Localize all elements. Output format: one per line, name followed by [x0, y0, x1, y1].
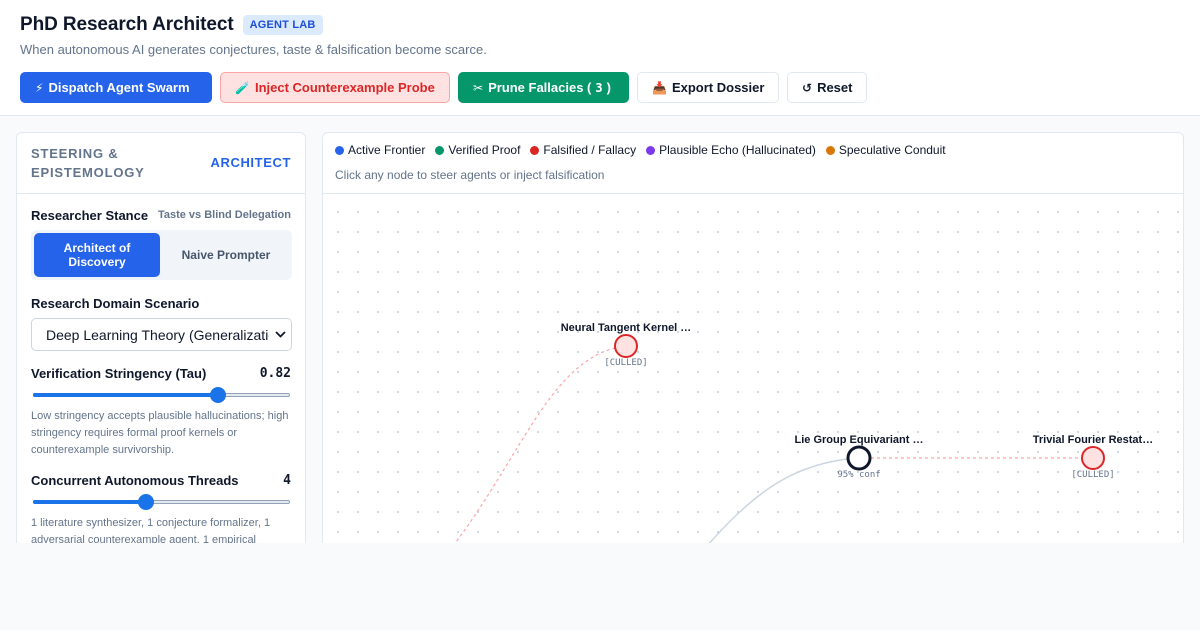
prune-fallacies-button[interactable]: ✂ Prune Fallacies ( 3 ): [458, 72, 629, 103]
legend-dot: [335, 145, 344, 155]
node-lie-label[interactable]: Lie Group Equivariant …: [795, 434, 924, 446]
graph-edges: [452, 334, 1105, 547]
viewport-cutoff: [0, 543, 1200, 630]
legend-dot: [825, 145, 835, 155]
threads-slider[interactable]: [33, 494, 290, 510]
stringency-label: Verification Stringency (Tau): [31, 366, 207, 381]
node-fourier-status: [CULLED]: [1071, 470, 1115, 480]
test-tube-icon: 🧪: [235, 80, 250, 95]
reset-label: Reset: [817, 80, 853, 95]
prune-label: Prune Fallacies (: [488, 80, 592, 95]
legend: Active Frontier Verified Proof Falsified…: [335, 143, 946, 157]
legend-item-verified: Verified Proof: [435, 143, 520, 157]
legend-item-falsified: Falsified / Fallacy: [530, 143, 636, 157]
legend-dot: [530, 145, 540, 155]
stance-option-architect[interactable]: Architect of Discovery: [34, 233, 160, 277]
node-lie-confidence: 95% conf: [837, 470, 881, 480]
prune-suffix: ): [606, 80, 611, 95]
export-dossier-button[interactable]: 📥 Export Dossier: [637, 72, 779, 103]
legend-label: Active Frontier: [348, 143, 426, 157]
node-lie-circle: [846, 445, 872, 471]
legend-dot: [646, 145, 656, 155]
legend-item-active: Active Frontier: [335, 143, 425, 157]
research-domain-value: Deep Learning Theory (Generalization: [46, 326, 284, 343]
steering-panel: STEERING & EPISTEMOLOGY ARCHITECT Resear…: [16, 132, 306, 562]
app-header: PhD Research Architect AGENT LAB When au…: [0, 0, 1200, 116]
architect-link[interactable]: ARCHITECT: [210, 155, 291, 170]
dispatch-label: Dispatch Agent Swarm: [48, 80, 190, 95]
legend-label: Falsified / Fallacy: [543, 143, 637, 157]
scissors-icon: ✂: [473, 80, 484, 95]
dispatch-agent-swarm-button[interactable]: ⚡ Dispatch Agent Swarm: [20, 72, 212, 103]
chevron-down-icon: [269, 319, 291, 350]
toolbar: ⚡ Dispatch Agent Swarm 🧪 Inject Countere…: [20, 72, 867, 103]
app-title: PhD Research Architect: [20, 14, 234, 35]
graph-hint: Click any node to steer agents or inject…: [335, 168, 605, 182]
title-row: PhD Research Architect AGENT LAB: [20, 14, 323, 36]
slider-thumb[interactable]: [210, 387, 227, 403]
legend-dot: [435, 145, 445, 155]
slider-thumb[interactable]: [138, 494, 155, 510]
steering-panel-header: STEERING & EPISTEMOLOGY ARCHITECT: [17, 133, 305, 194]
node-fourier-circle: [1081, 446, 1105, 470]
inject-counterexample-button[interactable]: 🧪 Inject Counterexample Probe: [220, 72, 450, 103]
edge-lie: [706, 457, 860, 547]
node-ntk-status: [CULLED]: [604, 358, 648, 368]
steering-panel-title: STEERING & EPISTEMOLOGY: [31, 146, 145, 180]
agent-lab-badge: AGENT LAB: [242, 15, 323, 35]
edge-ntk: [452, 345, 627, 547]
slider-fill: [33, 500, 147, 504]
research-domain-label: Research Domain Scenario: [31, 296, 200, 311]
legend-label: Verified Proof: [448, 143, 521, 157]
threads-label: Concurrent Autonomous Threads: [31, 473, 239, 488]
researcher-stance-label: Researcher Stance: [31, 208, 149, 223]
researcher-stance-hint: Taste vs Blind Delegation: [157, 209, 291, 221]
inbox-tray-icon: 📥: [652, 80, 667, 95]
legend-item-speculative: Speculative Conduit: [825, 143, 946, 157]
stringency-slider[interactable]: [33, 387, 290, 403]
stance-option-naive[interactable]: Naive Prompter: [163, 233, 289, 277]
lightning-icon: ⚡: [35, 80, 44, 95]
legend-label: Speculative Conduit: [838, 143, 946, 157]
legend-label: Plausible Echo (Hallucinated): [659, 143, 816, 157]
node-ntk-label[interactable]: Neural Tangent Kernel …: [561, 322, 692, 334]
export-label: Export Dossier: [671, 80, 765, 95]
legend-item-echo: Plausible Echo (Hallucinated): [646, 143, 816, 157]
stance-toggle: Architect of Discovery Naive Prompter: [31, 230, 292, 280]
stringency-value: 0.82: [259, 366, 291, 381]
reset-arrow-icon: ↺: [802, 80, 813, 95]
fallacy-count: 3: [595, 80, 603, 95]
threads-value: 4: [283, 473, 291, 488]
graph-canvas[interactable]: Neural Tangent Kernel … [CULLED] Lie Gro…: [323, 193, 1183, 561]
app-subtitle: When autonomous AI generates conjectures…: [20, 42, 487, 57]
node-ntk-circle: [614, 334, 638, 358]
reset-button[interactable]: ↺ Reset: [787, 72, 867, 103]
inject-label: Inject Counterexample Probe: [254, 80, 435, 95]
node-fourier-label[interactable]: Trivial Fourier Restat…: [1033, 434, 1153, 446]
slider-fill: [33, 393, 219, 397]
stringency-help: Low stringency accepts plausible halluci…: [31, 410, 289, 456]
research-domain-select[interactable]: Deep Learning Theory (Generalization: [31, 318, 292, 351]
graph-panel: Active Frontier Verified Proof Falsified…: [322, 132, 1184, 562]
